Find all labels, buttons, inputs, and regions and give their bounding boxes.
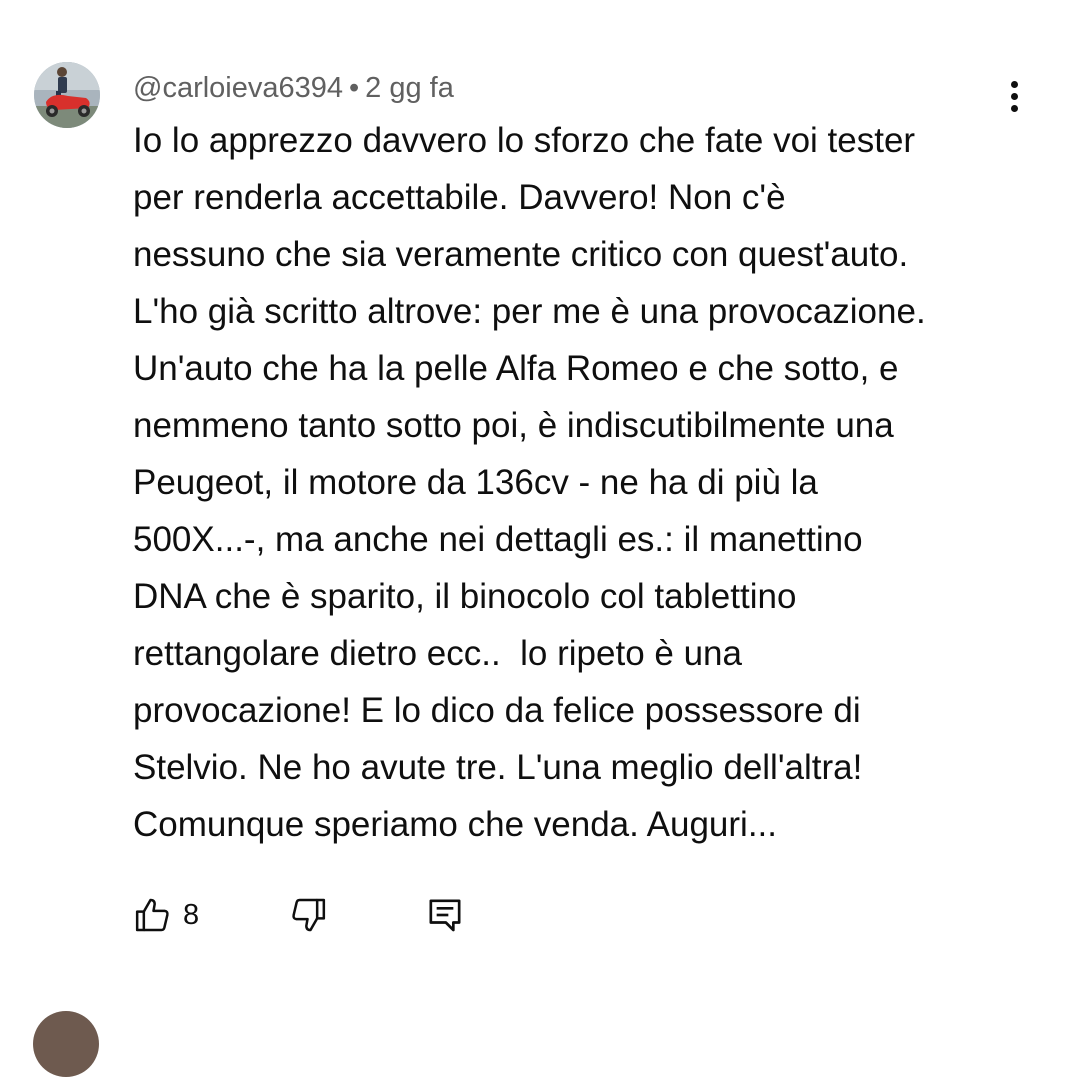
comment-line: rettangolare dietro ecc.. lo ripeto è un…	[133, 634, 742, 673]
more-vertical-icon-dot	[1010, 104, 1018, 112]
thumbs-down-icon	[292, 898, 326, 932]
comment-line: Un'auto che ha la pelle Alfa Romeo e che…	[133, 349, 899, 388]
like-button[interactable]: 8	[133, 890, 199, 940]
like-count: 8	[183, 898, 200, 931]
more-vertical-icon	[1010, 80, 1018, 88]
comment-line: Comunque speriamo che venda. Auguri...	[133, 805, 777, 844]
comment-line: provocazione! E lo dico da felice posses…	[133, 691, 861, 730]
comment-line: Peugeot, il motore da 136cv - ne ha di p…	[133, 463, 818, 502]
next-comment-avatar[interactable]	[33, 1011, 99, 1077]
meta-separator: •	[349, 72, 360, 104]
comment-line: L'ho già scritto altrove: per me è una p…	[133, 292, 926, 331]
comment-line: Stelvio. Ne ho avute tre. L'una meglio d…	[133, 748, 863, 787]
comment-timestamp[interactable]: 2 gg fa	[365, 72, 454, 104]
comment-line: per renderla accettabile. Davvero! Non c…	[133, 178, 786, 217]
comment-line: Io lo apprezzo davvero lo sforzo che fat…	[133, 121, 916, 160]
comment-line: 500X...-, ma anche nei dettagli es.: il …	[133, 520, 863, 559]
comment-line: nessuno che sia veramente critico con qu…	[133, 235, 909, 274]
comment-line: nemmeno tanto sotto poi, è indiscutibilm…	[133, 406, 894, 445]
dislike-button[interactable]	[288, 890, 328, 940]
reply-comment-icon	[429, 899, 461, 932]
thumbs-up-icon	[135, 898, 169, 932]
reply-button[interactable]	[425, 890, 465, 940]
more-vertical-icon-dot	[1010, 92, 1018, 100]
avatar-image	[34, 62, 100, 128]
comment-meta: @carloieva6394 • 2 gg fa	[133, 70, 454, 106]
comment-body: Io lo apprezzo davvero lo sforzo che fat…	[133, 112, 1033, 853]
comment-author[interactable]: @carloieva6394	[133, 72, 343, 104]
author-avatar[interactable]	[34, 62, 100, 128]
comment-line: DNA che è sparito, il binocolo col table…	[133, 577, 797, 616]
